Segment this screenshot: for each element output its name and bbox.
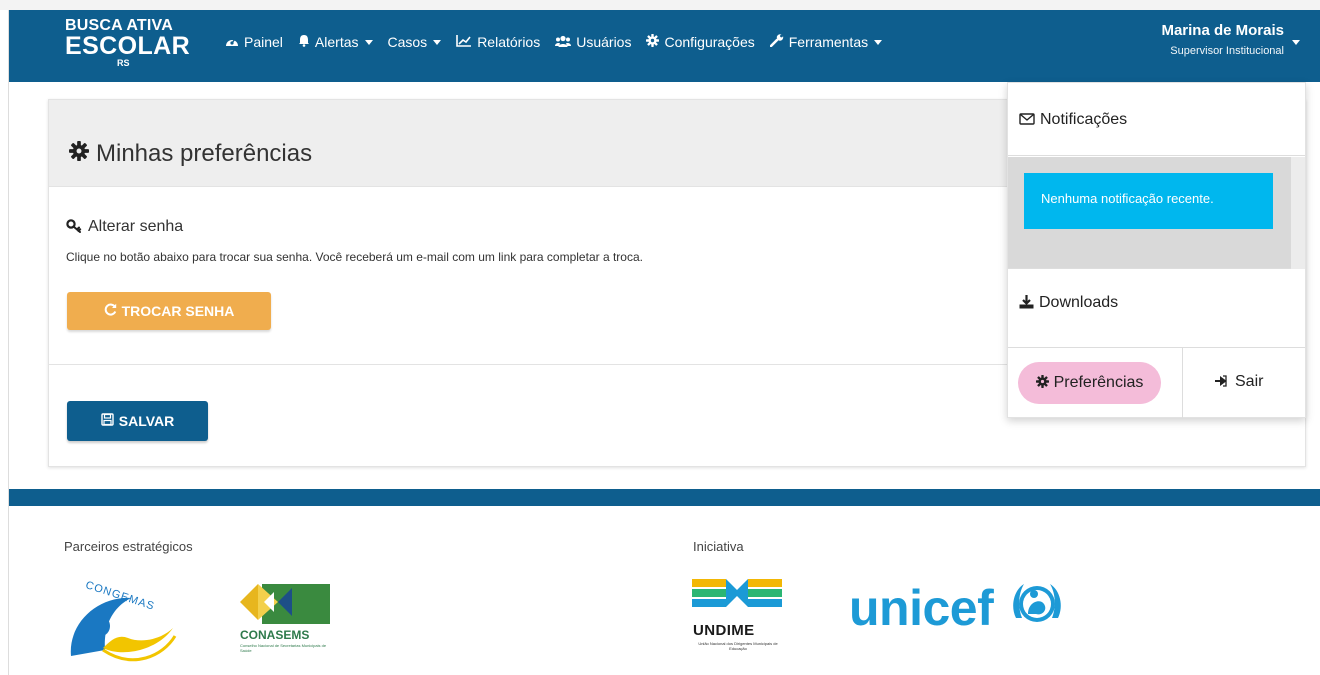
nav-alertas-label: Alertas (314, 34, 359, 50)
dropdown-vertical-divider (1182, 348, 1183, 418)
nav-configuracoes-label: Configurações (664, 34, 755, 50)
section-description: Clique no botão abaixo para trocar sua s… (66, 250, 643, 264)
envelope-icon (1019, 112, 1035, 128)
nav-painel[interactable]: Painel (225, 34, 283, 50)
chevron-down-icon (874, 39, 883, 45)
bell-icon (298, 34, 310, 50)
refresh-icon (104, 303, 117, 319)
footer-bar (9, 489, 1320, 506)
brand-logo[interactable]: BUSCA ATIVA ESCOLAR RS (65, 18, 191, 69)
key-icon (66, 218, 82, 236)
notifications-title: Notificações (1019, 111, 1127, 129)
page: BUSCA ATIVA ESCOLAR RS Painel Alertas Ca… (0, 0, 1320, 675)
chevron-down-icon (433, 39, 442, 45)
section-title: Alterar senha (66, 218, 183, 236)
dropdown-divider (1008, 347, 1305, 348)
left-border (8, 10, 9, 675)
dashboard-icon (225, 35, 239, 50)
conasems-logo[interactable] (240, 580, 332, 631)
page-title-text: Minhas preferências (96, 140, 313, 167)
section-title-text: Alterar senha (88, 218, 184, 235)
preferences-label: Preferências (1053, 374, 1144, 391)
line-chart-icon (456, 34, 472, 50)
partners-label: Parceiros estratégicos (64, 539, 193, 554)
nav-casos-label: Casos (387, 34, 428, 50)
undime-logo[interactable] (692, 577, 782, 626)
nav-casos[interactable]: Casos (388, 34, 442, 50)
change-password-button[interactable]: TROCAR SENHA (67, 292, 271, 330)
main-nav: Painel Alertas Casos Relatórios Usuários… (225, 34, 897, 50)
undime-logo-text: UNDIME (693, 622, 755, 639)
gear-icon (1035, 375, 1049, 391)
navbar: BUSCA ATIVA ESCOLAR RS Painel Alertas Ca… (9, 10, 1320, 82)
undime-logo-subtitle: União Nacional dos Dirigentes Municipais… (698, 641, 778, 651)
preferences-menu-item[interactable]: Preferências (1018, 362, 1161, 404)
unicef-emblem-icon[interactable] (1010, 578, 1064, 635)
downloads-label: Downloads (1039, 294, 1119, 311)
conasems-logo-subtitle: Conselho Nacional de Secretarias Municip… (240, 643, 327, 653)
unicef-logo-text[interactable]: unicef (849, 583, 994, 633)
initiative-label: Iniciativa (693, 539, 744, 554)
notifications-title-text: Notificações (1040, 111, 1128, 128)
nav-relatorios[interactable]: Relatórios (456, 34, 540, 50)
nav-alertas[interactable]: Alertas (298, 34, 373, 50)
floppy-disk-icon (101, 413, 114, 429)
users-icon (555, 35, 572, 50)
notifications-scrollbar[interactable] (1291, 157, 1305, 269)
logout-label: Sair (1235, 373, 1264, 390)
nav-relatorios-label: Relatórios (477, 34, 541, 50)
nav-usuarios[interactable]: Usuários (555, 34, 631, 50)
nav-ferramentas[interactable]: Ferramentas (769, 34, 883, 50)
conasems-logo-text: CONASEMS (240, 628, 310, 642)
nav-painel-label: Painel (244, 34, 283, 50)
downloads-menu-item[interactable]: Downloads (1019, 294, 1118, 312)
sign-out-icon (1214, 374, 1227, 390)
window-top-strip (0, 0, 1320, 10)
no-notifications-alert: Nenhuma notificação recente. (1024, 173, 1273, 229)
chevron-down-icon (364, 39, 373, 45)
user-name: Marina de Morais (1161, 22, 1284, 39)
user-role: Supervisor Institucional (1170, 45, 1284, 57)
user-dropdown-menu: Notificações Nenhuma notificação recente… (1007, 82, 1306, 418)
gear-icon (69, 141, 89, 167)
nav-configuracoes[interactable]: Configurações (646, 34, 755, 50)
change-password-label: TROCAR SENHA (121, 303, 235, 319)
nav-ferramentas-label: Ferramentas (788, 34, 869, 50)
chevron-down-icon[interactable] (1292, 40, 1300, 45)
nav-usuarios-label: Usuários (576, 34, 632, 50)
brand-line2: ESCOLAR (65, 32, 191, 60)
user-menu-toggle[interactable]: Marina de Morais Supervisor Instituciona… (1161, 22, 1284, 57)
save-label: SALVAR (118, 413, 175, 429)
download-icon (1019, 294, 1034, 312)
save-button[interactable]: SALVAR (67, 401, 208, 441)
notifications-list: Nenhuma notificação recente. (1008, 157, 1305, 269)
gear-icon (646, 34, 660, 50)
logout-menu-item[interactable]: Sair (1214, 373, 1263, 391)
page-title: Minhas preferências (69, 140, 312, 168)
wrench-icon (769, 34, 784, 50)
